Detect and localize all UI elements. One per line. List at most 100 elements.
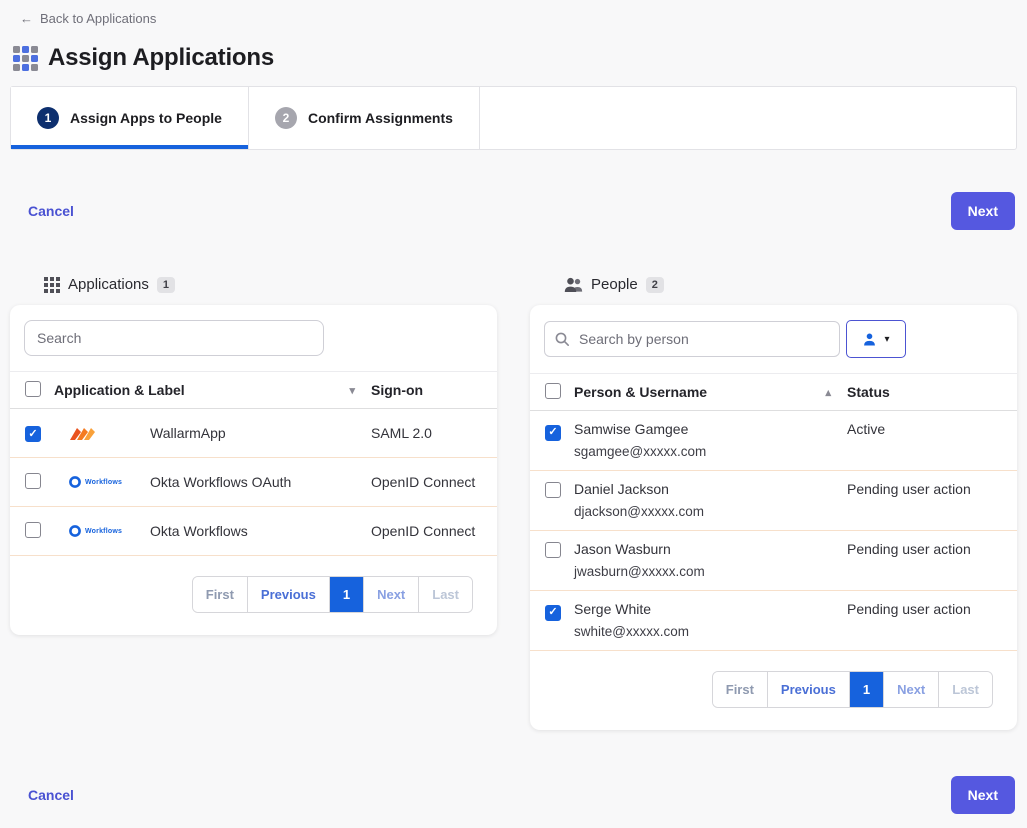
person-name: Samwise Gamgee: [574, 421, 847, 437]
person-status: Pending user action: [847, 481, 1017, 497]
okta-workflows-logo-icon: Workflows: [68, 475, 122, 489]
people-count-badge: 2: [646, 277, 664, 293]
person-username: swhite@xxxxx.com: [574, 624, 847, 639]
tab-assign-apps-to-people[interactable]: 1 Assign Apps to People: [11, 87, 249, 149]
page-title: Assign Applications: [48, 44, 274, 72]
people-panel: People 2: [530, 276, 1017, 730]
table-row: WallarmApp SAML 2.0: [10, 409, 497, 458]
row-checkbox[interactable]: [25, 426, 41, 442]
person-status: Active: [847, 421, 1017, 437]
apps-grid-icon: [12, 45, 38, 71]
tab-2-number-badge: 2: [275, 107, 297, 129]
people-search-input[interactable]: [544, 321, 840, 357]
app-signon: OpenID Connect: [371, 523, 497, 539]
table-row: Workflows Okta Workflows OpenID Connect: [10, 507, 497, 556]
next-button-top[interactable]: Next: [951, 192, 1015, 230]
applications-panel-title: Applications: [68, 276, 149, 293]
sort-desc-icon[interactable]: ▾: [349, 384, 355, 397]
people-icon: [564, 277, 583, 293]
chevron-down-icon: ▾: [884, 334, 889, 345]
people-card: ▾ Person & Username ▴ Status Samwise Gam…: [530, 305, 1017, 730]
person-status: Pending user action: [847, 601, 1017, 617]
panels-container: Applications 1 Application & Label ▾ Sig…: [10, 276, 1017, 730]
pagination-page-1-button[interactable]: 1: [329, 577, 363, 612]
person-icon: [862, 332, 877, 347]
person-name: Serge White: [574, 601, 847, 617]
row-checkbox[interactable]: [25, 522, 41, 538]
people-filter-dropdown[interactable]: ▾: [846, 320, 906, 358]
back-to-applications-link[interactable]: ← Back to Applications: [20, 11, 156, 26]
person-username-header-text: Person & Username: [574, 384, 707, 400]
back-arrow-icon: ←: [20, 11, 33, 26]
people-pagination: First Previous 1 Next Last: [530, 651, 1017, 730]
table-row: Samwise Gamgee sgamgee@xxxxx.com Active: [530, 411, 1017, 471]
people-select-all-checkbox[interactable]: [545, 383, 561, 399]
okta-workflows-logo-icon: Workflows: [68, 524, 122, 538]
table-row: Serge White swhite@xxxxx.com Pending use…: [530, 591, 1017, 651]
row-checkbox[interactable]: [545, 482, 561, 498]
people-panel-header: People 2: [564, 276, 1017, 293]
people-panel-title: People: [591, 276, 638, 293]
applications-grid-icon: [44, 277, 60, 293]
app-name: WallarmApp: [150, 425, 371, 441]
applications-panel: Applications 1 Application & Label ▾ Sig…: [10, 276, 497, 635]
pagination-first-button[interactable]: First: [713, 672, 767, 707]
applications-count-badge: 1: [157, 277, 175, 293]
table-row: Workflows Okta Workflows OAuth OpenID Co…: [10, 458, 497, 507]
pagination-last-button[interactable]: Last: [938, 672, 992, 707]
person-status: Pending user action: [847, 541, 1017, 557]
person-username: sgamgee@xxxxx.com: [574, 444, 847, 459]
column-header-status: Status: [847, 384, 1017, 400]
person-username: jwasburn@xxxxx.com: [574, 564, 847, 579]
tab-1-label: Assign Apps to People: [70, 110, 222, 126]
app-signon: SAML 2.0: [371, 425, 497, 441]
tab-2-label: Confirm Assignments: [308, 110, 453, 126]
applications-search-area: [10, 305, 497, 372]
cancel-link-bottom[interactable]: Cancel: [28, 787, 74, 803]
people-table-header: Person & Username ▴ Status: [530, 374, 1017, 411]
table-row: Daniel Jackson djackson@xxxxx.com Pendin…: [530, 471, 1017, 531]
search-icon: [554, 331, 570, 347]
app-name: Okta Workflows OAuth: [150, 474, 371, 490]
person-name: Daniel Jackson: [574, 481, 847, 497]
row-checkbox[interactable]: [545, 425, 561, 441]
pagination-next-button[interactable]: Next: [883, 672, 938, 707]
pagination-previous-button[interactable]: Previous: [247, 577, 329, 612]
column-header-sign-on: Sign-on: [371, 382, 497, 398]
applications-search-input[interactable]: [24, 320, 324, 356]
applications-select-all-checkbox[interactable]: [25, 381, 41, 397]
cancel-link-top[interactable]: Cancel: [28, 203, 74, 219]
person-name: Jason Wasburn: [574, 541, 847, 557]
okta-workflows-logo-text: Workflows: [85, 528, 122, 535]
wallarm-logo-icon: [68, 425, 98, 441]
applications-pagination: First Previous 1 Next Last: [10, 556, 497, 635]
bottom-actions-row: Cancel Next: [10, 776, 1017, 828]
people-search-area: ▾: [530, 305, 1017, 374]
app-signon: OpenID Connect: [371, 474, 497, 490]
applications-panel-header: Applications 1: [44, 276, 497, 293]
next-button-bottom[interactable]: Next: [951, 776, 1015, 814]
page-title-row: Assign Applications: [12, 44, 1017, 72]
column-header-person-username[interactable]: Person & Username ▴: [574, 384, 847, 400]
application-label-header-text: Application & Label: [54, 382, 185, 398]
row-checkbox[interactable]: [25, 473, 41, 489]
tab-1-number-badge: 1: [37, 107, 59, 129]
pagination-page-1-button[interactable]: 1: [849, 672, 883, 707]
row-checkbox[interactable]: [545, 605, 561, 621]
back-link-label: Back to Applications: [40, 11, 156, 26]
pagination-last-button[interactable]: Last: [418, 577, 472, 612]
top-actions-row: Cancel Next: [10, 192, 1017, 230]
applications-table-header: Application & Label ▾ Sign-on: [10, 372, 497, 409]
pagination-next-button[interactable]: Next: [363, 577, 418, 612]
pagination-first-button[interactable]: First: [193, 577, 247, 612]
table-row: Jason Wasburn jwasburn@xxxxx.com Pending…: [530, 531, 1017, 591]
tab-confirm-assignments[interactable]: 2 Confirm Assignments: [249, 87, 480, 149]
wizard-tabbar: 1 Assign Apps to People 2 Confirm Assign…: [10, 86, 1017, 150]
app-name: Okta Workflows: [150, 523, 371, 539]
row-checkbox[interactable]: [545, 542, 561, 558]
sort-asc-icon[interactable]: ▴: [825, 386, 831, 399]
column-header-application-label[interactable]: Application & Label ▾: [54, 382, 371, 398]
person-username: djackson@xxxxx.com: [574, 504, 847, 519]
pagination-previous-button[interactable]: Previous: [767, 672, 849, 707]
okta-workflows-logo-text: Workflows: [85, 479, 122, 486]
